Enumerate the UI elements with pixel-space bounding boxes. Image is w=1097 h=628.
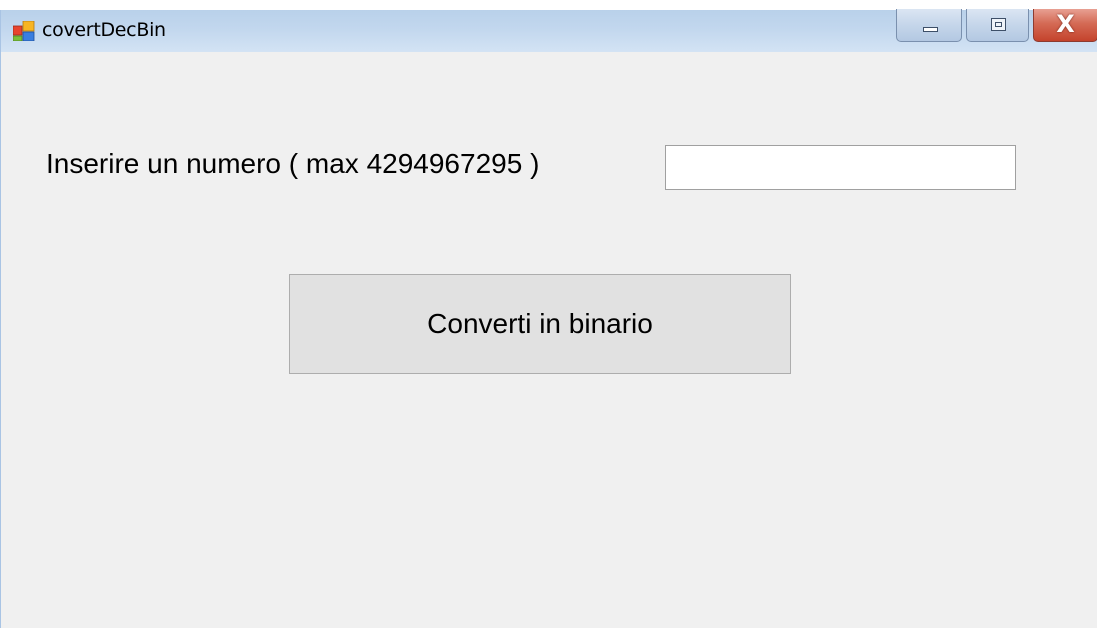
close-icon: X: [1056, 10, 1075, 38]
title-bar[interactable]: covertDecBin X: [1, 9, 1097, 52]
window-title: covertDecBin: [42, 19, 166, 41]
app-window: covertDecBin X Inserire un numero ( max …: [0, 9, 1097, 628]
windows-form-icon: [13, 21, 35, 41]
number-label: Inserire un numero ( max 4294967295 ): [46, 148, 540, 179]
maximize-icon: [991, 18, 1006, 31]
convert-to-binary-button[interactable]: Converti in binario: [289, 274, 791, 374]
minimize-icon: [923, 27, 938, 32]
minimize-button[interactable]: [896, 9, 962, 42]
number-input[interactable]: [665, 145, 1016, 190]
maximize-button[interactable]: [966, 9, 1029, 42]
close-button[interactable]: X: [1033, 9, 1097, 42]
